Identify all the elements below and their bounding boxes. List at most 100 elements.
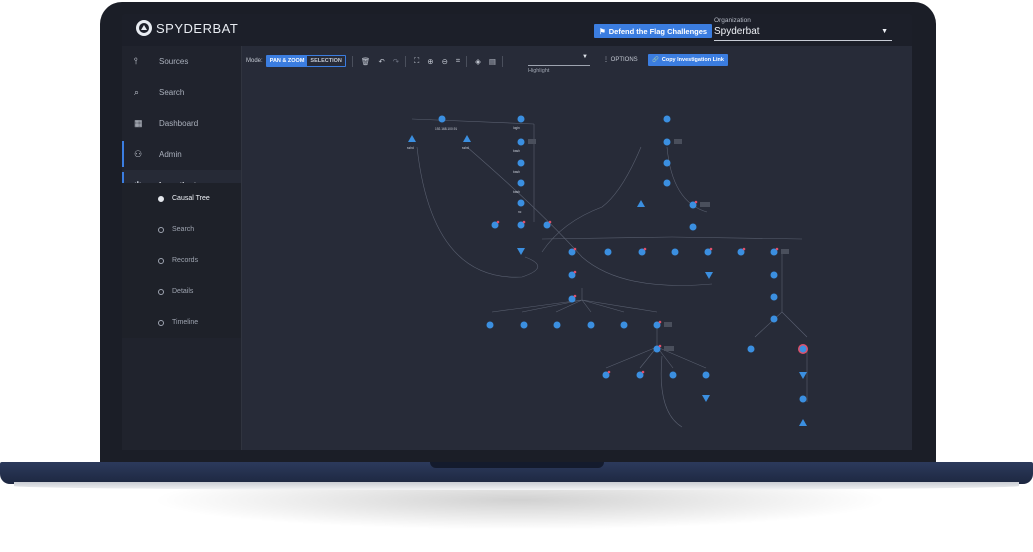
layers-icon[interactable]: ◈ [475, 57, 481, 66]
graph-node[interactable]: bash [513, 159, 525, 175]
undo-icon[interactable]: ↶ [378, 57, 384, 66]
graph-node[interactable] [543, 220, 552, 229]
graph-node[interactable] [637, 200, 645, 207]
pan-zoom-button[interactable]: PAN & ZOOM [266, 56, 308, 66]
graph-node[interactable] [663, 179, 671, 187]
svg-text:192.168.100.91: 192.168.100.91 [435, 127, 457, 131]
submenu-item-search[interactable]: Search [122, 214, 241, 245]
flag-icon: ⚑ [599, 26, 606, 36]
zoom-out-icon[interactable]: ⊖ [442, 57, 448, 66]
highlight-field[interactable]: ▼ [528, 54, 590, 66]
graph-node[interactable]: 192.168.100.91 [435, 115, 457, 132]
graph-node[interactable] [486, 321, 494, 329]
graph-node[interactable] [568, 270, 577, 279]
graph-node[interactable] [702, 395, 710, 402]
top-bar: SPYDERBAT ⚑ Defend the Flag Challenges O… [122, 14, 912, 46]
graph-node[interactable] [799, 372, 807, 379]
sidebar-item-search[interactable]: ⌕ Search [122, 77, 241, 107]
graph-node[interactable] [747, 345, 755, 353]
radio-dot-icon [158, 195, 164, 202]
zoom-in-icon[interactable]: ⊕ [427, 57, 433, 66]
graph-node[interactable] [653, 320, 673, 329]
sidebar-item-label: Dashboard [159, 118, 199, 128]
graph-node[interactable] [799, 419, 807, 426]
graph-node[interactable] [669, 371, 677, 379]
svg-text:bash: bash [513, 149, 520, 153]
graph-node[interactable] [653, 344, 675, 353]
graph-node[interactable] [663, 115, 671, 123]
graph-node[interactable] [604, 248, 612, 256]
fit-screen-icon[interactable]: ⛶ [414, 56, 419, 66]
graph-node[interactable]: sshd [462, 135, 471, 150]
radio-dot-icon [158, 226, 164, 233]
submenu-item-details[interactable]: Details [122, 276, 241, 307]
graph-node[interactable] [602, 370, 611, 379]
graph-node[interactable]: bash [513, 179, 525, 195]
svg-text:sshd: sshd [407, 146, 414, 150]
logo[interactable]: SPYDERBAT [136, 20, 238, 36]
graph-node[interactable] [704, 247, 713, 256]
copy-link-label: Copy Investigation Link [661, 57, 724, 63]
graph-edges [411, 118, 808, 428]
graph-node[interactable] [671, 248, 679, 256]
graph-node[interactable] [638, 247, 647, 256]
toolbar-divider [501, 55, 503, 67]
mode-toggle: PAN & ZOOM SELECTION [265, 55, 346, 67]
graph-node[interactable] [663, 138, 683, 146]
graph-node[interactable] [702, 371, 710, 379]
wifi-tower-icon: ⫯ [134, 55, 138, 66]
app-name: SPYDERBAT [156, 20, 239, 36]
export-icon[interactable]: ▤ [489, 57, 496, 66]
graph-node[interactable] [587, 321, 595, 329]
radio-dot-icon [158, 257, 164, 264]
options-button[interactable]: ⋮ OPTIONS [603, 56, 638, 63]
graph-node[interactable] [517, 248, 525, 255]
graph-node[interactable] [689, 223, 697, 231]
submenu-item-causal-tree[interactable]: Causal Tree [122, 183, 241, 214]
graph-node[interactable] [620, 321, 628, 329]
redo-icon[interactable]: ↷ [393, 57, 399, 66]
graph-node[interactable] [636, 370, 645, 379]
toolbar-divider [466, 55, 468, 67]
graph-node[interactable] [770, 271, 778, 279]
graph-node[interactable] [517, 220, 526, 229]
graph-node[interactable]: login [513, 115, 525, 131]
graph-node[interactable] [737, 247, 746, 256]
graph-node[interactable]: nc [517, 199, 525, 215]
graph-node[interactable] [553, 321, 561, 329]
highlight-select[interactable]: ▼ Highlight [528, 54, 590, 74]
link-icon: 🔗 [652, 57, 659, 63]
graph-node[interactable] [705, 272, 713, 279]
radio-dot-icon [158, 288, 164, 295]
selection-button[interactable]: SELECTION [307, 56, 344, 66]
mode-label: Mode: [246, 58, 263, 64]
graph-node[interactable] [689, 200, 711, 209]
sidebar-item-dashboard[interactable]: ▦ Dashboard [122, 108, 241, 138]
organization-select[interactable]: Spyderbat ▼ [714, 26, 892, 41]
submenu-label: Timeline [172, 319, 199, 326]
graph-node[interactable] [799, 395, 807, 403]
graph-node[interactable]: sshd [407, 135, 416, 150]
delete-icon[interactable]: 🗑 [361, 57, 371, 66]
graph-node[interactable] [491, 220, 500, 229]
graph-node[interactable]: bash [513, 138, 536, 154]
causal-tree-graph[interactable]: 192.168.100.91 sshd sshd login bash bash… [242, 72, 912, 450]
submenu-item-timeline[interactable]: Timeline [122, 307, 241, 338]
graph-node[interactable] [770, 247, 790, 256]
people-icon: ⚇ [134, 148, 143, 159]
graph-node[interactable] [770, 315, 778, 323]
graph-toolbar: Mode: PAN & ZOOM SELECTION 🗑 ↶ ↷ ⛶ ⊕ ⊖ ⌗… [246, 54, 503, 68]
sidebar-item-admin[interactable]: ⚇ Admin [122, 139, 241, 169]
defend-the-flag-button[interactable]: ⚑ Defend the Flag Challenges [594, 24, 713, 38]
graph-node[interactable] [568, 247, 577, 256]
submenu-item-records[interactable]: Records [122, 245, 241, 276]
graph-node[interactable] [663, 159, 671, 167]
graph-node[interactable] [520, 321, 528, 329]
copy-investigation-link-button[interactable]: 🔗 Copy Investigation Link [648, 54, 728, 66]
graph-node[interactable] [798, 344, 808, 354]
svg-text:nc: nc [518, 210, 522, 214]
layout-icon[interactable]: ⌗ [456, 56, 460, 66]
graph-node[interactable] [770, 293, 778, 301]
sidebar-item-sources[interactable]: ⫯ Sources [122, 46, 241, 76]
spyderbat-logo-icon [136, 20, 152, 36]
